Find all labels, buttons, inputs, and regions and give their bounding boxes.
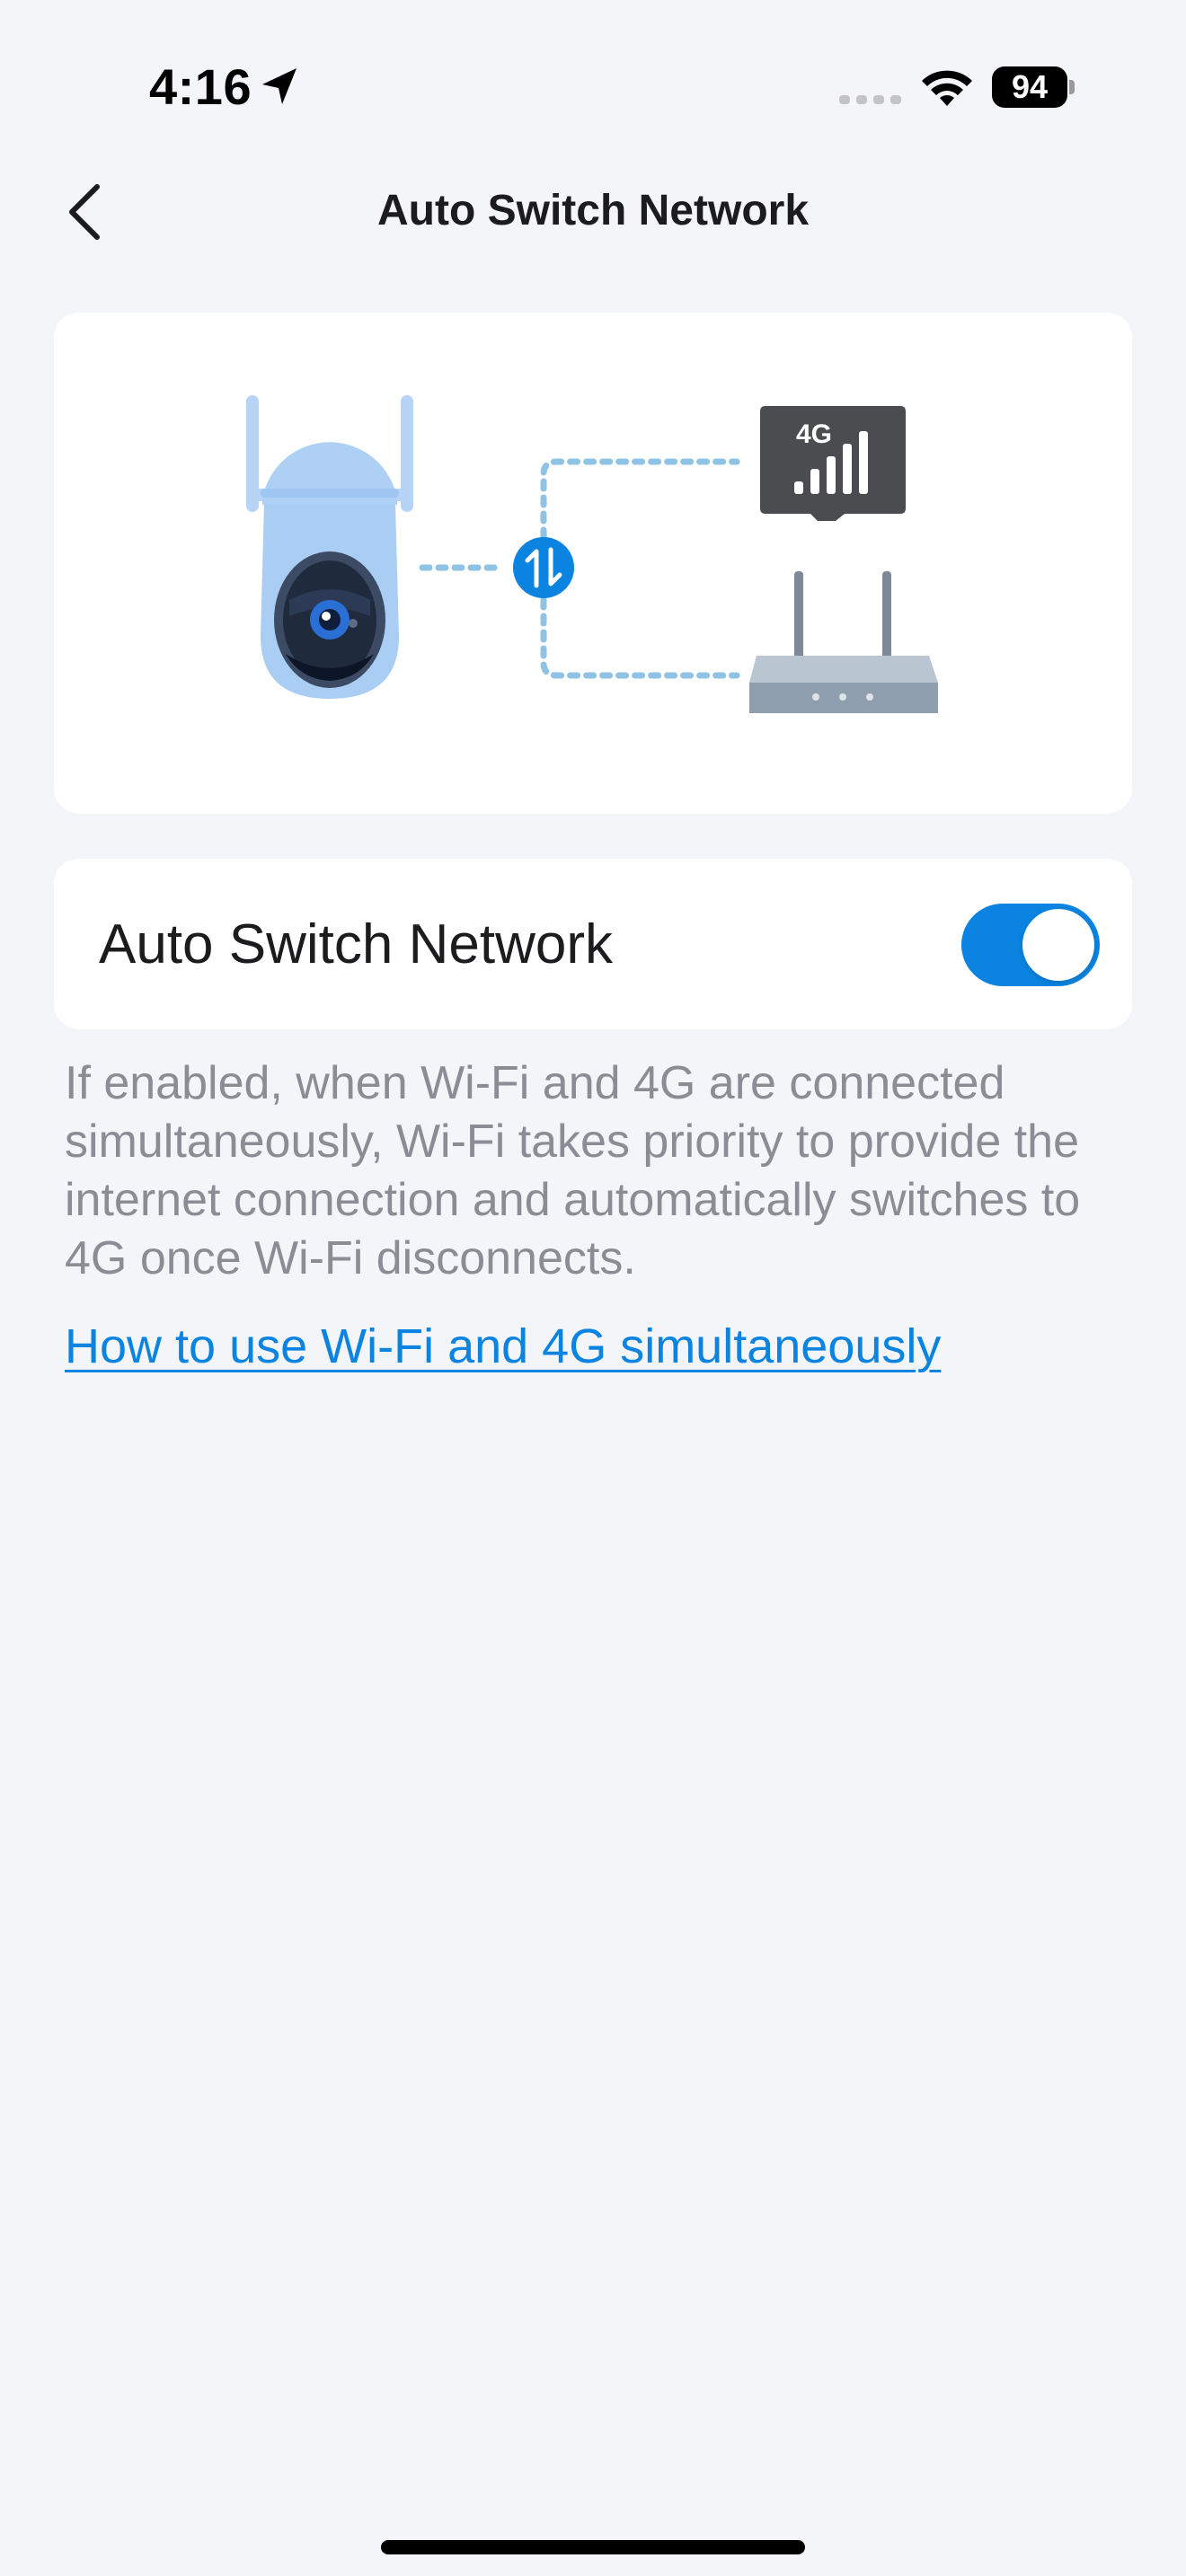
router-icon (749, 571, 938, 713)
location-arrow-icon (262, 68, 296, 104)
battery-cap (1069, 80, 1075, 94)
auto-switch-toggle[interactable] (961, 904, 1100, 986)
network-illustration: 4G (246, 395, 938, 713)
home-indicator (381, 2540, 805, 2554)
battery-icon: 94 (992, 66, 1075, 108)
sim-card-4g-icon: 4G (760, 406, 906, 521)
wifi-icon (922, 70, 972, 106)
switch-arrows-icon (513, 537, 574, 598)
auto-switch-setting-row: Auto Switch Network (54, 859, 1132, 1029)
connection-lines (419, 458, 740, 679)
status-bar: 4:16 94 (0, 0, 1186, 171)
nav-bar: Auto Switch Network (0, 171, 1186, 251)
signal-dots-icon (839, 95, 901, 104)
help-link[interactable]: How to use Wi-Fi and 4G simultaneously (65, 1317, 941, 1376)
auto-switch-label: Auto Switch Network (99, 913, 613, 975)
camera-icon (246, 395, 413, 699)
svg-text:4G: 4G (796, 419, 832, 449)
illustration-card: 4G (54, 313, 1132, 814)
setting-description: If enabled, when Wi-Fi and 4G are connec… (65, 1057, 1081, 1284)
battery-level: 94 (992, 66, 1067, 108)
page-title: Auto Switch Network (376, 187, 810, 234)
toggle-knob (1022, 909, 1094, 981)
status-time: 4:16 (149, 58, 252, 115)
